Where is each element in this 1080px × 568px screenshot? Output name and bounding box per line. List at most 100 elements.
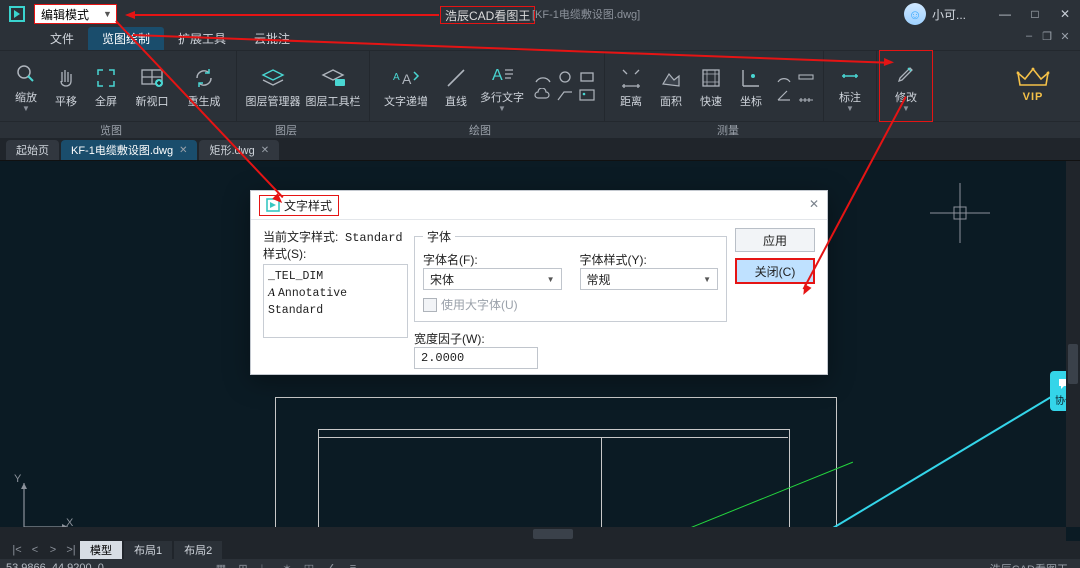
coord-button[interactable]: 坐标 [731, 56, 771, 116]
user-avatar[interactable]: ☺ [904, 3, 926, 25]
circle-icon[interactable] [556, 70, 574, 84]
menu-file[interactable]: 文件 [36, 27, 88, 50]
dim-icon [838, 59, 862, 89]
area-icon [659, 63, 683, 93]
lineweight-toggle[interactable]: ≡ [342, 562, 364, 568]
layout-model-tab[interactable]: 模型 [80, 541, 122, 559]
bigfont-checkbox [423, 298, 437, 312]
quick-measure-button[interactable]: 快速 [691, 56, 731, 116]
layout-last-icon[interactable]: >| [62, 544, 80, 556]
pan-button[interactable]: 平移 [46, 56, 86, 116]
chevron-down-icon: ▼ [902, 104, 910, 113]
distance-button[interactable]: 距离 [611, 56, 651, 116]
svg-text:A: A [402, 71, 412, 87]
width-factor-label: 宽度因子(W): [414, 330, 727, 347]
doc-minimize-icon[interactable]: – [1020, 30, 1038, 43]
font-name-select[interactable]: 宋体▼ [423, 268, 562, 290]
dialog-close-button[interactable]: ✕ [809, 197, 819, 211]
mtext-button[interactable]: A多行文字▼ [476, 56, 528, 116]
group-layer-label: 图层 [222, 122, 350, 138]
osnap-toggle[interactable]: ◫ [298, 562, 320, 568]
doc-restore-icon[interactable]: ❐ [1038, 30, 1056, 43]
layout-next-icon[interactable]: > [44, 544, 62, 556]
regen-icon [192, 63, 216, 93]
style-listbox[interactable]: _TEL_DIM AAnnotative Standard [263, 264, 408, 338]
apply-button[interactable]: 应用 [735, 228, 815, 252]
vip-badge[interactable]: VIP [1000, 55, 1066, 115]
arc-length-icon[interactable] [775, 70, 793, 84]
mode-label: 编辑模式 [41, 6, 89, 23]
layout-first-icon[interactable]: |< [8, 544, 26, 556]
font-name-label: 字体名(F): [423, 251, 562, 268]
new-viewport-button[interactable]: 新视口 [126, 56, 178, 116]
leader-icon[interactable] [556, 88, 574, 102]
list-item: AAnnotative [268, 285, 403, 302]
fullscreen-button[interactable]: 全屏 [86, 56, 126, 116]
doc-close-icon[interactable]: ✕ [1056, 30, 1074, 43]
drawing-line [601, 437, 602, 541]
snap-toggle[interactable]: ▦ [210, 562, 232, 568]
polar-toggle[interactable]: ✶ [276, 562, 298, 568]
window-minimize-button[interactable]: — [990, 0, 1020, 28]
close-button[interactable]: 关闭(C) [735, 258, 815, 284]
layout-prev-icon[interactable]: < [26, 544, 44, 556]
zoom-button[interactable]: 缩放▼ [6, 56, 46, 116]
chevron-down-icon: ▼ [103, 9, 112, 19]
vertical-scrollbar[interactable] [1066, 161, 1080, 527]
ruler-icon[interactable] [797, 70, 815, 84]
current-style-label: 当前文字样式: [263, 230, 338, 244]
cloud-icon[interactable] [534, 88, 552, 102]
rect-icon[interactable] [578, 70, 596, 84]
quick-icon [699, 63, 723, 93]
svg-text:A: A [492, 67, 503, 84]
window-maximize-button[interactable]: □ [1020, 0, 1050, 28]
grid-toggle[interactable]: ⊞ [232, 562, 254, 568]
dim-button[interactable]: 标注▼ [830, 56, 870, 116]
arrow-head-icon [884, 58, 894, 66]
layer-toolbar-button[interactable]: 图层工具栏 [303, 56, 363, 116]
close-icon[interactable]: ✕ [179, 145, 187, 156]
regen-button[interactable]: 重生成 [178, 56, 230, 116]
layout-1-tab[interactable]: 布局1 [124, 541, 172, 559]
drawing-line [318, 437, 788, 438]
close-icon[interactable]: ✕ [261, 145, 269, 156]
layout-2-tab[interactable]: 布局2 [174, 541, 222, 559]
status-coords: 53.9866, 44.9200, 0 [6, 562, 104, 568]
window-close-button[interactable]: ✕ [1050, 0, 1080, 28]
line-button[interactable]: 直线 [436, 56, 476, 116]
layer-manager-button[interactable]: 图层管理器 [243, 56, 303, 116]
tab-doc-1[interactable]: KF-1电缆敷设图.dwg✕ [61, 140, 197, 160]
group-draw-label: 绘图 [350, 122, 610, 138]
track-toggle[interactable]: ∠ [320, 562, 342, 568]
scale-icon[interactable] [797, 88, 815, 102]
current-style-value: Standard [345, 231, 403, 245]
drawing-rect-mid [318, 429, 790, 541]
annotation-arrow [135, 14, 439, 16]
user-name[interactable]: 小可... [932, 6, 966, 23]
status-brand: 浩辰CAD看图王 [990, 561, 1068, 568]
text-increment-button[interactable]: AA文字递增 [376, 56, 436, 116]
pan-icon [54, 63, 78, 93]
image-icon[interactable] [578, 88, 596, 102]
coord-icon [739, 63, 763, 93]
ortho-toggle[interactable]: ∟ [254, 562, 276, 568]
svg-text:A: A [393, 72, 400, 83]
horizontal-scrollbar[interactable] [0, 527, 1066, 541]
dialog-title: 文字样式 [259, 195, 339, 216]
list-item: _TEL_DIM [268, 268, 403, 285]
list-item: Standard [268, 302, 403, 319]
area-button[interactable]: 面积 [651, 56, 691, 116]
tab-start[interactable]: 起始页 [6, 140, 59, 160]
arc-icon[interactable] [534, 70, 552, 84]
mode-dropdown[interactable]: 编辑模式 ▼ [34, 4, 117, 24]
crosshair-cursor [930, 183, 990, 243]
line-icon [444, 63, 468, 93]
mtext-icon: A [489, 59, 515, 89]
angle-icon[interactable] [775, 88, 793, 102]
layers-icon [259, 63, 287, 93]
annotative-icon: A [268, 287, 275, 299]
width-factor-input[interactable]: 2.0000 [414, 347, 538, 369]
font-style-select[interactable]: 常规▼ [580, 268, 719, 290]
fullscreen-icon [94, 63, 118, 93]
app-logo [4, 1, 30, 27]
